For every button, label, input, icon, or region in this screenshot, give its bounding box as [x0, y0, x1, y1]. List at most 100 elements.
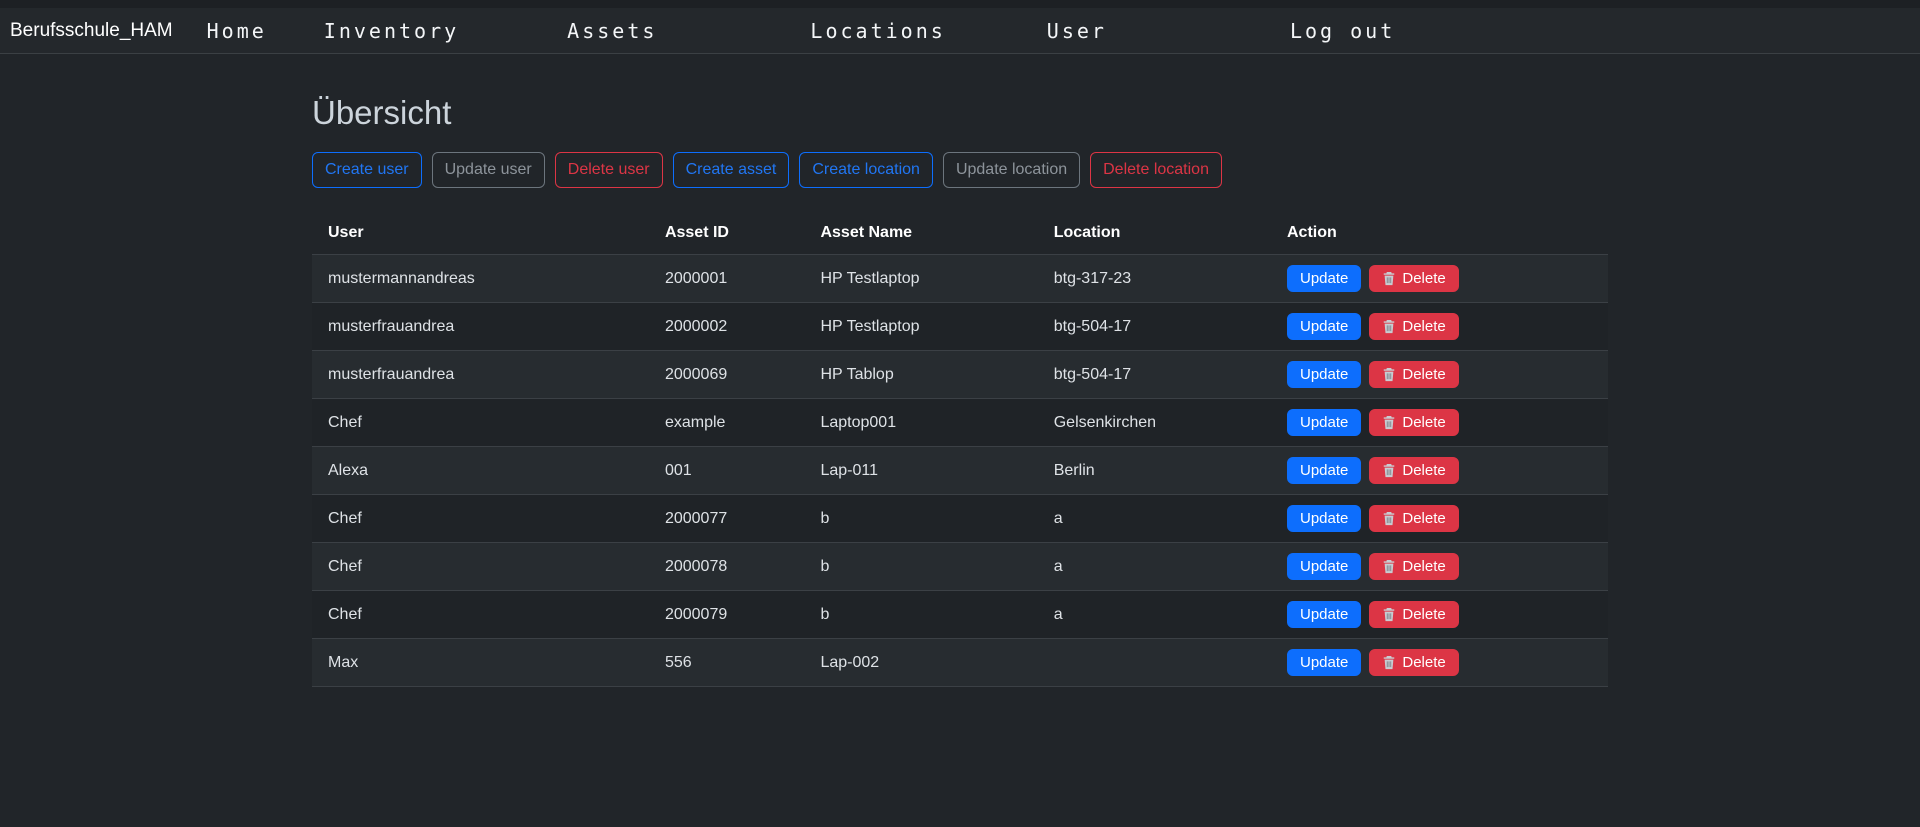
- table-header: User Asset ID Asset Name Location Action: [312, 214, 1608, 255]
- trash-icon: [1382, 655, 1396, 670]
- action-buttons: Update Delete: [1287, 409, 1592, 436]
- cell-asset-id: 2000078: [649, 543, 805, 591]
- table-row: Max556Lap-002UpdateDelete: [312, 639, 1608, 687]
- update-button[interactable]: Update: [1287, 265, 1361, 292]
- delete-button[interactable]: Delete: [1369, 505, 1458, 532]
- cell-asset-id: 2000002: [649, 303, 805, 351]
- cell-asset-id: 2000001: [649, 255, 805, 303]
- cell-user: Max: [312, 639, 649, 687]
- action-buttons: Update Delete: [1287, 553, 1592, 580]
- delete-button[interactable]: Delete: [1369, 409, 1458, 436]
- update-button[interactable]: Update: [1287, 409, 1361, 436]
- table-row: Alexa001Lap-011BerlinUpdateDelete: [312, 447, 1608, 495]
- nav-link-locations[interactable]: Locations: [810, 19, 945, 43]
- cell-asset-name: HP Testlaptop: [804, 255, 1037, 303]
- nav-item-home: Home: [207, 19, 267, 43]
- trash-icon: [1382, 367, 1396, 382]
- nav-link-log-out[interactable]: Log out: [1290, 19, 1395, 43]
- trash-icon: [1382, 463, 1396, 478]
- cell-asset-name: HP Testlaptop: [804, 303, 1037, 351]
- trash-icon: [1382, 559, 1396, 574]
- update-location-button[interactable]: Update location: [943, 152, 1080, 188]
- cell-asset-name: Laptop001: [804, 399, 1037, 447]
- cell-asset-id: 556: [649, 639, 805, 687]
- cell-asset-name: Lap-011: [804, 447, 1037, 495]
- nav-item-user: User: [1047, 19, 1107, 43]
- nav-item-assets: Assets: [567, 19, 657, 43]
- nav-link-assets[interactable]: Assets: [567, 19, 657, 43]
- cell-location: [1038, 639, 1271, 687]
- cell-location: a: [1038, 495, 1271, 543]
- delete-button[interactable]: Delete: [1369, 265, 1458, 292]
- create-user-button[interactable]: Create user: [312, 152, 422, 188]
- trash-icon: [1382, 319, 1396, 334]
- action-buttons: Update Delete: [1287, 457, 1592, 484]
- column-header-action: Action: [1271, 214, 1608, 255]
- cell-asset-name: b: [804, 543, 1037, 591]
- cell-asset-id: 2000077: [649, 495, 805, 543]
- nav-link-inventory[interactable]: Inventory: [324, 19, 459, 43]
- update-button[interactable]: Update: [1287, 457, 1361, 484]
- trash-icon: [1382, 607, 1396, 622]
- trash-icon: [1382, 415, 1396, 430]
- update-button[interactable]: Update: [1287, 649, 1361, 676]
- cell-action: Update Delete: [1271, 639, 1608, 687]
- cell-action: Update Delete: [1271, 543, 1608, 591]
- table-row: Chef2000079baUpdateDelete: [312, 591, 1608, 639]
- cell-action: Update Delete: [1271, 447, 1608, 495]
- cell-asset-name: b: [804, 495, 1037, 543]
- delete-button[interactable]: Delete: [1369, 649, 1458, 676]
- cell-action: Update Delete: [1271, 351, 1608, 399]
- cell-location: Gelsenkirchen: [1038, 399, 1271, 447]
- nav-link-user[interactable]: User: [1047, 19, 1107, 43]
- update-button[interactable]: Update: [1287, 553, 1361, 580]
- cell-action: Update Delete: [1271, 255, 1608, 303]
- table-row: Chef2000077baUpdateDelete: [312, 495, 1608, 543]
- delete-button[interactable]: Delete: [1369, 313, 1458, 340]
- cell-action: Update Delete: [1271, 303, 1608, 351]
- delete-button-label: Delete: [1402, 318, 1445, 335]
- table-row: musterfrauandrea2000069HP Tablopbtg-504-…: [312, 351, 1608, 399]
- delete-location-button[interactable]: Delete location: [1090, 152, 1222, 188]
- delete-button-label: Delete: [1402, 558, 1445, 575]
- update-user-button[interactable]: Update user: [432, 152, 545, 188]
- delete-button[interactable]: Delete: [1369, 601, 1458, 628]
- navbar-menu: Home Inventory Assets Locations User Log out: [173, 19, 1396, 43]
- create-asset-button[interactable]: Create asset: [673, 152, 790, 188]
- action-toolbar: Create user Update user Delete user Create …: [312, 152, 1608, 188]
- update-button[interactable]: Update: [1287, 601, 1361, 628]
- cell-asset-id: example: [649, 399, 805, 447]
- cell-user: musterfrauandrea: [312, 303, 649, 351]
- cell-user: Chef: [312, 543, 649, 591]
- action-buttons: Update Delete: [1287, 313, 1592, 340]
- delete-button-label: Delete: [1402, 510, 1445, 527]
- assets-table: User Asset ID Asset Name Location Action…: [312, 214, 1608, 687]
- nav-link-home[interactable]: Home: [207, 19, 267, 43]
- delete-user-button[interactable]: Delete user: [555, 152, 663, 188]
- cell-user: musterfrauandrea: [312, 351, 649, 399]
- cell-location: a: [1038, 543, 1271, 591]
- update-button[interactable]: Update: [1287, 361, 1361, 388]
- cell-user: mustermannandreas: [312, 255, 649, 303]
- delete-button[interactable]: Delete: [1369, 361, 1458, 388]
- action-buttons: Update Delete: [1287, 505, 1592, 532]
- delete-button[interactable]: Delete: [1369, 457, 1458, 484]
- navbar: Berufsschule_HAM Home Inventory Assets Loca…: [0, 8, 1920, 54]
- update-button[interactable]: Update: [1287, 505, 1361, 532]
- delete-button[interactable]: Delete: [1369, 553, 1458, 580]
- window-top-edge: [0, 0, 1920, 8]
- cell-location: a: [1038, 591, 1271, 639]
- navbar-brand[interactable]: Berufsschule_HAM: [10, 20, 173, 42]
- cell-action: Update Delete: [1271, 495, 1608, 543]
- cell-user: Chef: [312, 591, 649, 639]
- nav-item-locations: Locations: [810, 19, 945, 43]
- delete-button-label: Delete: [1402, 270, 1445, 287]
- cell-asset-name: b: [804, 591, 1037, 639]
- cell-user: Chef: [312, 399, 649, 447]
- nav-item-inventory: Inventory: [324, 19, 459, 43]
- create-location-button[interactable]: Create location: [799, 152, 933, 188]
- action-buttons: Update Delete: [1287, 649, 1592, 676]
- update-button[interactable]: Update: [1287, 313, 1361, 340]
- delete-button-label: Delete: [1402, 606, 1445, 623]
- table-row: musterfrauandrea2000002HP Testlaptopbtg-…: [312, 303, 1608, 351]
